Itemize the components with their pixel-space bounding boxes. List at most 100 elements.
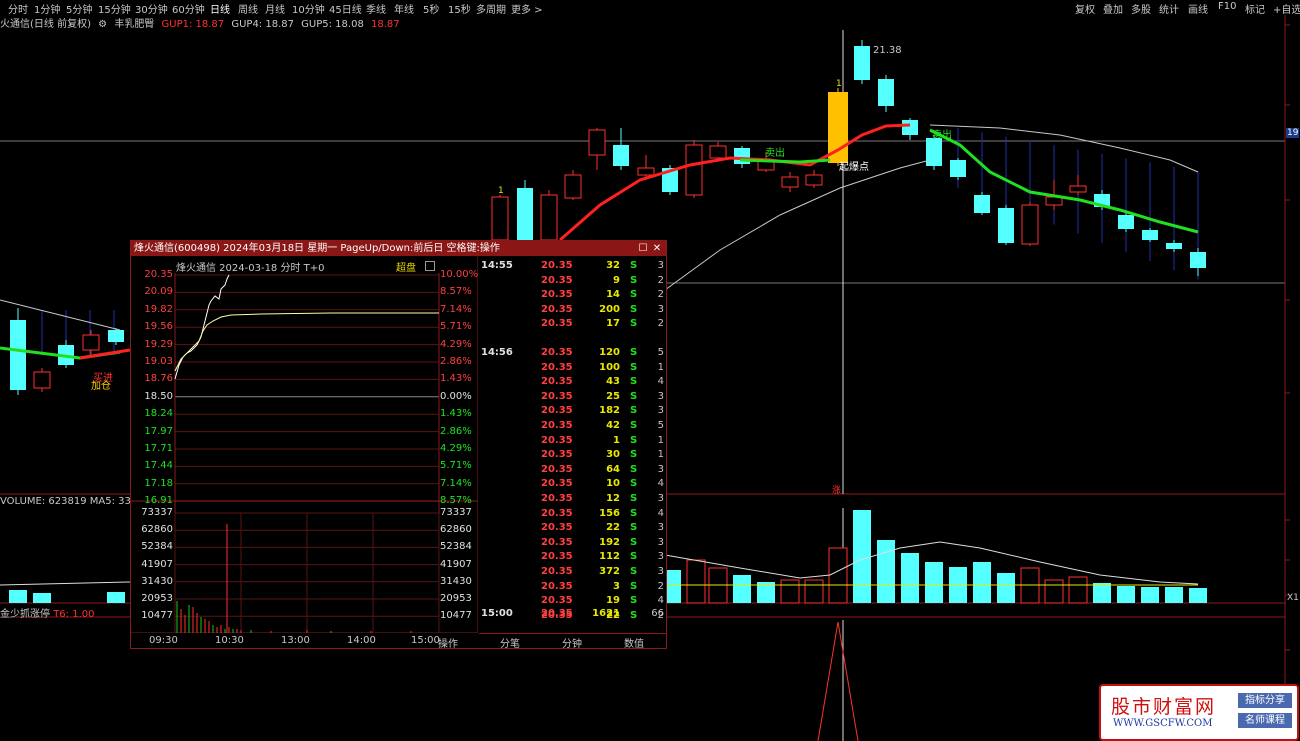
tick-row[interactable]: 20.35 64 S 3 [479, 464, 666, 478]
toolbar-right-2[interactable]: 多股 [1131, 1, 1151, 16]
close-icon[interactable]: ✕ [651, 241, 663, 256]
tick-price: 20.35 [541, 390, 573, 402]
tick-side: S [630, 289, 638, 301]
tick-row[interactable]: 20.35 200 S 3 [479, 304, 666, 318]
tick-row[interactable]: 20.35 3 S 2 [479, 581, 666, 595]
tick-row[interactable]: 20.35 12 S 3 [479, 493, 666, 507]
tick-price: 20.35 [541, 478, 573, 490]
tick-price: 20.35 [541, 361, 573, 373]
period-7[interactable]: 周线 [238, 1, 258, 16]
candle-body [781, 176, 799, 188]
percent-axis-label: 1.43% [440, 408, 472, 420]
period-15[interactable]: 多周期 [476, 1, 506, 16]
period-16[interactable]: 更多 > [511, 1, 543, 16]
tick-row[interactable]: 20.35 156 S 4 [479, 508, 666, 522]
period-10[interactable]: 45日线 [329, 1, 362, 16]
volume-axis-label-right: 52384 [440, 541, 472, 553]
tick-row[interactable]: 20.35 25 S 3 [479, 391, 666, 405]
price-axis-label: 17.18 [144, 477, 173, 489]
tick-volume: 372 [599, 566, 620, 577]
candle-body [974, 195, 990, 213]
period-3[interactable]: 15分钟 [98, 1, 131, 16]
candle-body [564, 174, 582, 199]
volume-bar [925, 562, 943, 603]
toolbar-right-3[interactable]: 统计 [1159, 1, 1179, 16]
tab-values[interactable]: 数值 [603, 635, 665, 650]
tick-row[interactable]: 20.35 9 S 2 [479, 275, 666, 289]
tick-side: S [630, 493, 638, 504]
tick-row[interactable]: 20.35 43 S 4 [479, 376, 666, 390]
tick-count: 3 [657, 260, 664, 271]
toolbar-right-0[interactable]: 复权 [1075, 1, 1095, 16]
tick-volume: 14 [606, 289, 620, 301]
add-position-label: 加仓 [91, 381, 111, 392]
last-value: 18.87 [371, 19, 400, 30]
tick-side: S [630, 507, 638, 519]
toolbar-right-1[interactable]: 叠加 [1103, 1, 1123, 16]
period-13[interactable]: 5秒 [423, 1, 439, 16]
indicator-name[interactable]: 丰乳肥臀 [114, 19, 154, 30]
period-8[interactable]: 月线 [265, 1, 285, 16]
period-14[interactable]: 15秒 [448, 1, 471, 16]
tick-side: S [630, 449, 638, 461]
period-4[interactable]: 30分钟 [135, 1, 168, 16]
tick-side: S [630, 405, 638, 417]
maximize-icon[interactable]: ☐ [637, 241, 649, 256]
period-2[interactable]: 5分钟 [66, 1, 92, 16]
tick-list[interactable]: 14:55 20.35 32 S 3 20.35 9 S 2 20.35 14 S 2 20.35 200 S… [479, 256, 666, 632]
candle-body [1190, 252, 1206, 268]
indicator-icon[interactable]: ⚙ [98, 19, 107, 30]
tick-row[interactable]: 15:00 20.35 1621 66 [479, 608, 666, 622]
tick-price: 20.35 [541, 566, 573, 577]
tick-volume: 182 [599, 405, 620, 417]
candle-body [613, 145, 629, 166]
percent-axis-label: 2.86% [440, 356, 472, 367]
tick-row[interactable]: 20.35 112 S 3 [479, 551, 666, 565]
price-axis-label: 17.97 [144, 425, 173, 437]
tick-price: 20.35 [541, 274, 573, 286]
volume-bar [9, 590, 27, 603]
tick-row[interactable]: 20.35 22 S 3 [479, 522, 666, 536]
tick-row[interactable]: 20.35 1 S 1 [479, 435, 666, 449]
period-5[interactable]: 60分钟 [172, 1, 205, 16]
tick-row[interactable]: 20.35 192 S 3 [479, 537, 666, 551]
period-0[interactable]: 分时 [8, 1, 28, 16]
tick-row[interactable]: 20.35 372 S 3 [479, 566, 666, 580]
tick-volume: 1 [613, 434, 620, 446]
mark-one-b: 1 [498, 186, 504, 196]
period-9[interactable]: 10分钟 [292, 1, 325, 16]
period-6[interactable]: 日线 [210, 1, 230, 16]
lower-indicator-title: 金少抓涨停 [0, 609, 50, 620]
toolbar-right-6[interactable]: 标记 [1245, 1, 1265, 16]
tick-price: 20.35 [541, 318, 573, 330]
percent-axis-label: 8.57% [440, 495, 472, 507]
toolbar-right-5[interactable]: F10 [1218, 1, 1236, 12]
tick-row[interactable]: 20.35 10 S 4 [479, 478, 666, 492]
price-axis-label: 20.09 [144, 286, 173, 298]
toolbar-right-4[interactable]: 画线 [1188, 1, 1208, 16]
period-11[interactable]: 季线 [366, 1, 386, 16]
tick-row[interactable]: 20.35 100 S 1 [479, 362, 666, 376]
price-axis-label: 19.03 [144, 356, 173, 367]
intraday-chart[interactable] [131, 241, 478, 633]
tick-row[interactable]: 20.35 42 S 5 [479, 420, 666, 434]
tab-minutes[interactable]: 分钟 [541, 635, 603, 650]
intraday-popup[interactable]: 烽火通信(600498) 2024年03月18日 星期一 PageUp/Down… [130, 240, 667, 650]
tick-row[interactable]: 14:56 20.35 120 S 5 [479, 347, 666, 361]
tick-count: 5 [657, 420, 664, 431]
tab-ticks[interactable]: 分笔 [479, 635, 541, 650]
period-1[interactable]: 1分钟 [34, 1, 60, 16]
candle-body [902, 120, 918, 135]
time-axis-label: 09:30 [149, 635, 178, 646]
operate-button[interactable]: 操作 [438, 635, 458, 650]
period-toolbar: 分时 1分钟 5分钟 15分钟 30分钟 60分钟 日线 周线 月线 10分钟 45日线 季线 年线 5秒… [0, 0, 1300, 16]
period-12[interactable]: 年线 [394, 1, 414, 16]
tick-row[interactable]: 14:55 20.35 32 S 3 [479, 260, 666, 274]
tick-row[interactable]: 20.35 14 S 2 [479, 289, 666, 303]
tick-tabs: 分笔 分钟 数值 [479, 633, 666, 650]
tick-row[interactable]: 20.35 30 S 1 [479, 449, 666, 463]
toolbar-right-7[interactable]: +自选 [1273, 1, 1300, 16]
tick-row[interactable]: 20.35 182 S 3 [479, 405, 666, 419]
tick-price: 20.35 [541, 405, 573, 417]
tick-row[interactable]: 20.35 17 S 2 [479, 318, 666, 332]
